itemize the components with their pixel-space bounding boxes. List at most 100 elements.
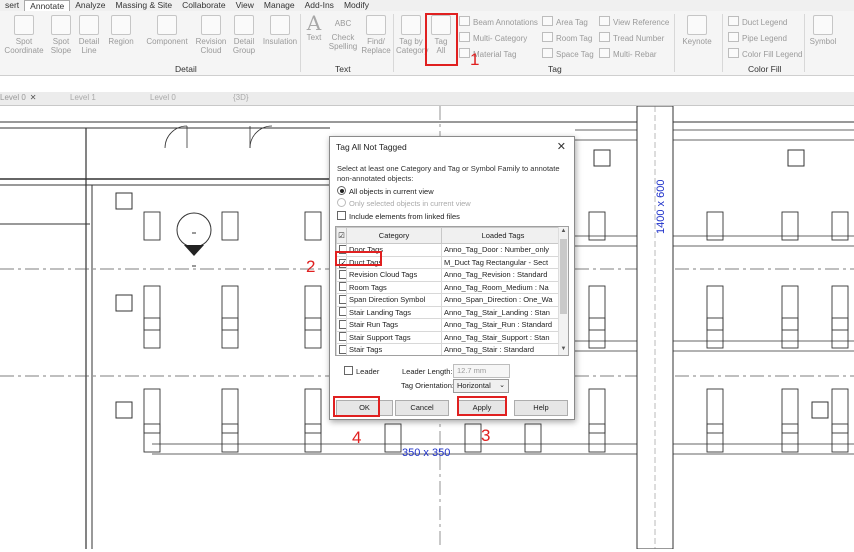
- light-fixture[interactable]: [464, 423, 482, 453]
- panel-label-tag[interactable]: Tag: [548, 64, 562, 74]
- symbol-button[interactable]: Symbol: [808, 15, 838, 46]
- table-row[interactable]: Stair Tags Anno_Tag_Stair : Standard: [336, 343, 565, 355]
- region-button[interactable]: Region: [104, 15, 138, 46]
- row-checkbox[interactable]: [336, 293, 347, 307]
- loaded-tag-cell[interactable]: Anno_Tag_Revision : Standard: [441, 268, 565, 282]
- help-button[interactable]: Help: [514, 400, 568, 416]
- category-cell[interactable]: Stair Support Tags: [346, 330, 442, 344]
- light-fixture[interactable]: [588, 423, 606, 453]
- option-all-objects[interactable]: All objects in current view: [337, 186, 434, 196]
- view-reference-button[interactable]: View Reference: [599, 16, 669, 27]
- tab-level-0[interactable]: Level 0 ✕: [0, 93, 37, 102]
- light-fixture[interactable]: [831, 285, 849, 331]
- row-checkbox[interactable]: [336, 305, 347, 319]
- tag-orientation-select[interactable]: Horizontal ⌄: [453, 379, 509, 393]
- space-tag-button[interactable]: Space Tag: [542, 48, 594, 59]
- light-fixture[interactable]: [304, 211, 322, 241]
- light-fixture[interactable]: [304, 285, 322, 331]
- check-spelling-button[interactable]: ABC Check Spelling: [327, 15, 359, 51]
- row-checkbox[interactable]: [336, 330, 347, 344]
- loaded-tag-cell[interactable]: Anno_Tag_Stair : Standard: [441, 343, 565, 355]
- row-checkbox[interactable]: [336, 318, 347, 332]
- spot-coordinate-button[interactable]: Spot Coordinate: [2, 15, 46, 55]
- checkbox[interactable]: [339, 307, 346, 317]
- light-fixture[interactable]: [706, 285, 724, 331]
- cancel-button[interactable]: Cancel: [395, 400, 449, 416]
- light-fixture[interactable]: [221, 285, 239, 331]
- row-checkbox[interactable]: [336, 343, 347, 355]
- panel-label-detail[interactable]: Detail: [175, 64, 197, 74]
- radio-icon[interactable]: [337, 198, 346, 207]
- light-fixture[interactable]: [221, 211, 239, 241]
- table-row[interactable]: Stair Run Tags Anno_Tag_Stair_Run : Stand…: [336, 318, 565, 332]
- light-fixture[interactable]: [143, 285, 161, 331]
- loaded-tag-cell[interactable]: Anno_Tag_Stair_Run : Standard: [441, 318, 565, 332]
- checkbox[interactable]: [339, 269, 346, 279]
- light-fixture[interactable]: [831, 423, 849, 453]
- light-fixture[interactable]: [781, 285, 799, 331]
- light-fixture[interactable]: [304, 317, 322, 349]
- panel-label-color-fill[interactable]: Color Fill: [748, 64, 782, 74]
- duct-legend-button[interactable]: Duct Legend: [728, 16, 787, 27]
- row-checkbox[interactable]: [336, 268, 347, 282]
- table-row[interactable]: Span Direction Symbol Anno_Span_Direction…: [336, 293, 565, 307]
- loaded-tag-cell[interactable]: Anno_Tag_Stair_Support : Stan: [441, 330, 565, 344]
- light-fixture[interactable]: [781, 423, 799, 453]
- scroll-thumb[interactable]: [560, 239, 567, 314]
- checkbox[interactable]: [339, 282, 346, 292]
- area-tag-button[interactable]: Area Tag: [542, 16, 588, 27]
- multi-rebar-button[interactable]: Multi- Rebar: [599, 48, 657, 59]
- light-fixture[interactable]: [706, 388, 724, 434]
- menu-item-collaborate[interactable]: Collaborate: [177, 0, 230, 11]
- row-checkbox[interactable]: [336, 280, 347, 294]
- light-fixture[interactable]: [588, 285, 606, 331]
- light-fixture[interactable]: [524, 423, 542, 453]
- component-button[interactable]: Component: [143, 15, 191, 46]
- find-replace-button[interactable]: Find/Replace: [361, 15, 391, 55]
- menu-item-manage[interactable]: Manage: [259, 0, 300, 11]
- light-fixture[interactable]: [831, 317, 849, 349]
- light-fixture[interactable]: [304, 388, 322, 434]
- leader-checkbox[interactable]: [344, 366, 353, 375]
- light-fixture[interactable]: [143, 423, 161, 453]
- menu-item-analyze[interactable]: Analyze: [70, 0, 110, 11]
- close-icon[interactable]: ✕: [557, 140, 566, 153]
- beam-annotations-button[interactable]: Beam Annotations: [459, 16, 538, 27]
- table-row[interactable]: Revision Cloud Tags Anno_Tag_Revision : S…: [336, 268, 565, 282]
- option-selected-objects[interactable]: Only selected objects in current view: [337, 198, 471, 208]
- loaded-tag-cell[interactable]: Anno_Span_Direction : One_Wa: [441, 293, 565, 307]
- room-tag-button[interactable]: Room Tag: [542, 32, 592, 43]
- tag-by-category-button[interactable]: Tag by Category: [396, 15, 428, 55]
- spot-slope-button[interactable]: Spot Slope: [47, 15, 75, 55]
- menu-item-view[interactable]: View: [231, 0, 259, 11]
- category-cell[interactable]: Stair Landing Tags: [346, 305, 442, 319]
- category-cell[interactable]: Span Direction Symbol: [346, 293, 442, 307]
- detail-line-button[interactable]: Detail Line: [76, 15, 102, 55]
- scroll-up-icon[interactable]: ▲: [559, 228, 568, 234]
- leader-length-field[interactable]: 12.7 mm: [453, 364, 510, 378]
- category-cell[interactable]: Revision Cloud Tags: [346, 268, 442, 282]
- light-fixture[interactable]: [588, 317, 606, 349]
- loaded-tag-cell[interactable]: M_Duct Tag Rectangular - Sect: [441, 255, 565, 269]
- checkbox[interactable]: [339, 344, 346, 354]
- light-fixture[interactable]: [588, 388, 606, 434]
- tab-level-0-b[interactable]: Level 0: [150, 93, 176, 102]
- loaded-tag-cell[interactable]: Anno_Tag_Door : Number_only: [441, 243, 565, 257]
- checkbox[interactable]: [339, 332, 346, 342]
- light-fixture[interactable]: [143, 317, 161, 349]
- menu-item-sert[interactable]: sert: [0, 0, 24, 11]
- menu-item-modify[interactable]: Modify: [339, 0, 374, 11]
- grid-scrollbar[interactable]: ▲ ▼: [558, 227, 568, 355]
- material-tag-button[interactable]: Material Tag: [459, 48, 516, 59]
- tab-3d[interactable]: {3D}: [233, 93, 249, 102]
- light-fixture[interactable]: [304, 423, 322, 453]
- light-fixture[interactable]: [781, 388, 799, 434]
- loaded-tag-cell[interactable]: Anno_Tag_Stair_Landing : Stan: [441, 305, 565, 319]
- light-fixture[interactable]: [781, 317, 799, 349]
- light-fixture[interactable]: [143, 211, 161, 241]
- loaded-tag-cell[interactable]: Anno_Tag_Room_Medium : Na: [441, 280, 565, 294]
- duct-size-vertical-tag[interactable]: 1400 x 600: [655, 180, 667, 234]
- keynote-button[interactable]: Keynote: [680, 15, 714, 46]
- color-fill-legend-button[interactable]: Color Fill Legend: [728, 48, 802, 59]
- category-cell[interactable]: Stair Run Tags: [346, 318, 442, 332]
